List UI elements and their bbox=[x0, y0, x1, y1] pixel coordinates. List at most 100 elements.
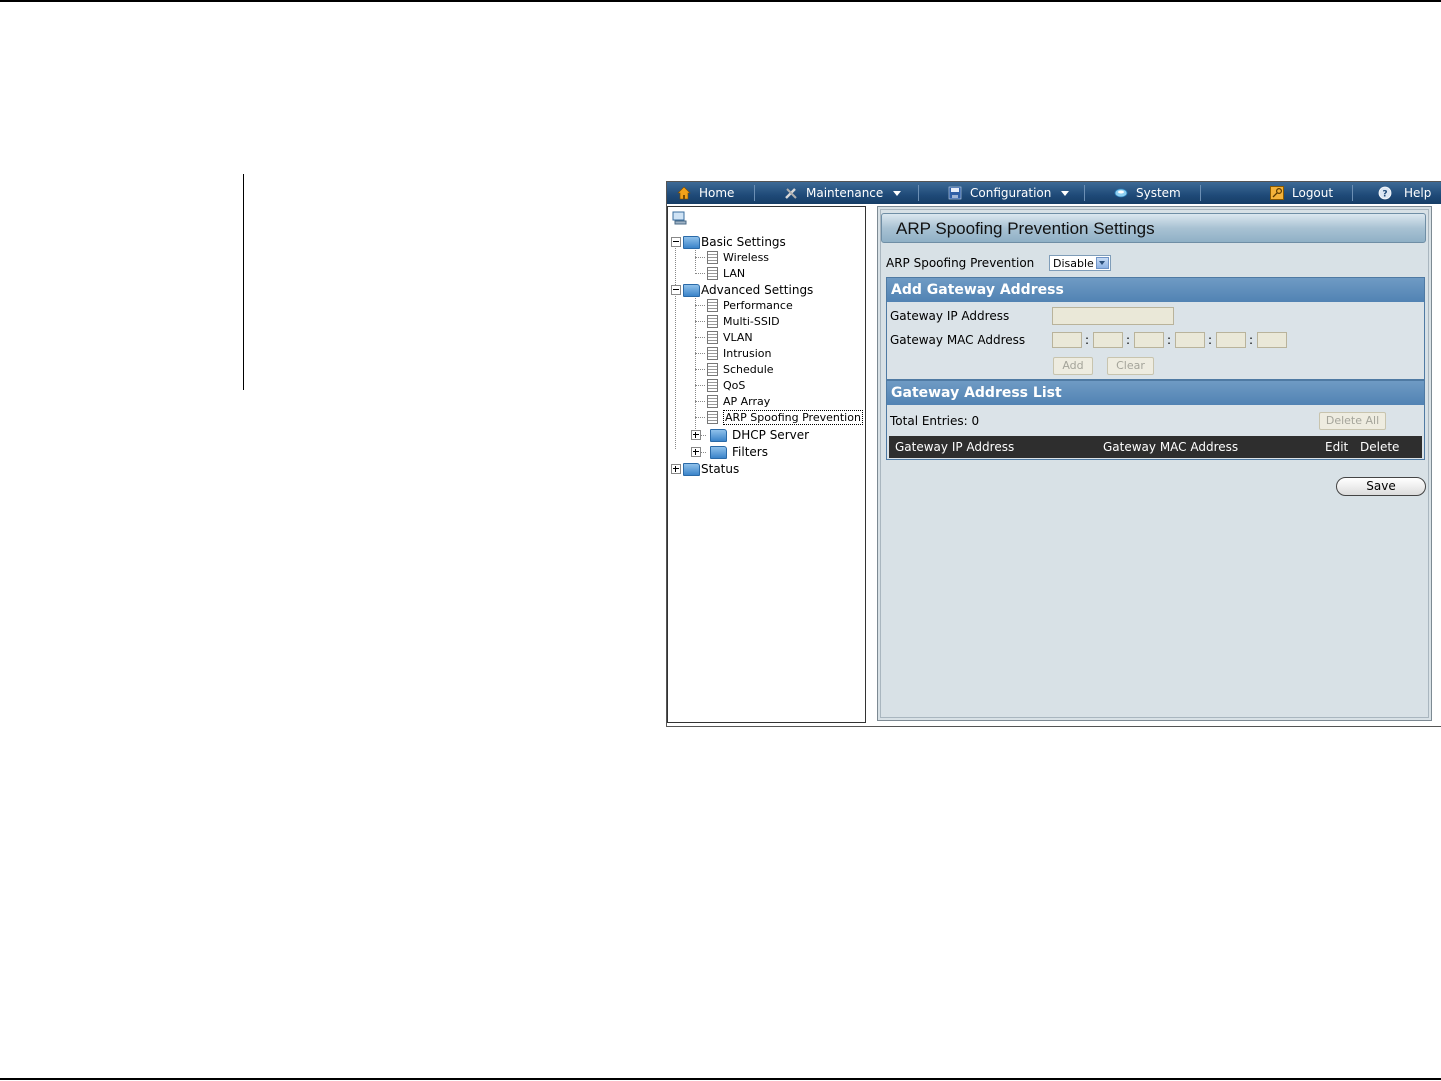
page-icon bbox=[707, 378, 718, 392]
computer-icon bbox=[672, 211, 687, 225]
ap-web-ui-screenshot: Home Maintenance Configuration System Lo… bbox=[666, 181, 1441, 727]
tree-connector bbox=[695, 416, 705, 418]
menu-system-label: System bbox=[1136, 186, 1181, 200]
expand-icon[interactable] bbox=[691, 430, 701, 440]
gateway-mac-label: Gateway MAC Address bbox=[890, 333, 1026, 347]
total-entries-text: Total Entries: 0 bbox=[890, 414, 980, 428]
delete-all-button[interactable]: Delete All bbox=[1319, 412, 1386, 430]
page-bottom-rule bbox=[0, 1078, 1441, 1080]
tree-advanced-settings[interactable]: Advanced Settings bbox=[671, 282, 813, 298]
tree-item-arp-spoofing-prevention-label: ARP Spoofing Prevention bbox=[723, 409, 863, 425]
menu-logout-label: Logout bbox=[1292, 186, 1334, 200]
gateway-list-section-title: Gateway Address List bbox=[887, 381, 1424, 405]
expand-icon[interactable] bbox=[691, 447, 701, 457]
tree-item-performance[interactable]: Performance bbox=[695, 297, 793, 313]
tree-advanced-settings-label: Advanced Settings bbox=[701, 283, 814, 297]
menu-separator bbox=[754, 185, 755, 201]
mac-octet-3-input[interactable] bbox=[1134, 332, 1164, 348]
tree-connector bbox=[695, 320, 705, 322]
page-icon bbox=[707, 410, 718, 424]
menu-maintenance[interactable]: Maintenance bbox=[784, 182, 902, 204]
tree-connector bbox=[695, 400, 705, 402]
tree-item-schedule-label: Schedule bbox=[723, 362, 774, 376]
tree-item-arp-spoofing-prevention[interactable]: ARP Spoofing Prevention bbox=[695, 409, 863, 425]
page-top-rule bbox=[0, 0, 1441, 2]
folder-open-icon bbox=[683, 235, 700, 249]
gateway-ip-input[interactable] bbox=[1052, 307, 1174, 325]
menu-system[interactable]: System bbox=[1114, 182, 1181, 204]
collapse-icon[interactable] bbox=[671, 285, 681, 295]
page-icon bbox=[707, 266, 718, 280]
help-icon: ? bbox=[1378, 186, 1392, 200]
menu-help[interactable]: ? Help bbox=[1378, 182, 1431, 204]
tree-item-ap-array[interactable]: AP Array bbox=[695, 393, 770, 409]
tree-item-intrusion[interactable]: Intrusion bbox=[695, 345, 772, 361]
gateway-list-section: Gateway Address List Total Entries: 0 De… bbox=[886, 380, 1425, 460]
tree-basic-settings[interactable]: Basic Settings bbox=[671, 234, 786, 250]
add-gateway-section: Add Gateway Address Gateway IP Address G… bbox=[886, 277, 1425, 380]
mac-octet-6-input[interactable] bbox=[1257, 332, 1287, 348]
mac-octet-1-input[interactable] bbox=[1052, 332, 1082, 348]
tree-item-multi-ssid[interactable]: Multi-SSID bbox=[695, 313, 780, 329]
system-icon bbox=[1114, 188, 1128, 198]
tree-connector bbox=[695, 384, 705, 386]
page-icon bbox=[707, 394, 718, 408]
tree-item-vlan[interactable]: VLAN bbox=[695, 329, 753, 345]
tree-item-wireless[interactable]: Wireless bbox=[695, 249, 769, 265]
clear-button[interactable]: Clear bbox=[1107, 357, 1154, 375]
tree-item-multi-ssid-label: Multi-SSID bbox=[723, 314, 780, 328]
mac-separator: : bbox=[1249, 333, 1254, 347]
menu-separator bbox=[1084, 185, 1085, 201]
menu-separator bbox=[1352, 185, 1353, 201]
tree-status[interactable]: Status bbox=[671, 461, 739, 477]
gateway-list-header: Gateway IP Address Gateway MAC Address E… bbox=[889, 436, 1422, 458]
column-delete: Delete bbox=[1360, 440, 1400, 454]
page-title: ARP Spoofing Prevention Settings bbox=[881, 213, 1426, 243]
tree-connector bbox=[695, 304, 705, 306]
tree-connector bbox=[695, 256, 705, 258]
tree-dhcp-server[interactable]: DHCP Server bbox=[691, 427, 809, 443]
expand-icon[interactable] bbox=[671, 464, 681, 474]
tree-item-qos[interactable]: QoS bbox=[695, 377, 745, 393]
key-icon bbox=[1270, 186, 1284, 200]
tree-item-schedule[interactable]: Schedule bbox=[695, 361, 774, 377]
mac-separator: : bbox=[1167, 333, 1172, 347]
save-button[interactable]: Save bbox=[1336, 477, 1426, 496]
tree-item-lan[interactable]: LAN bbox=[695, 265, 745, 281]
tree-item-wireless-label: Wireless bbox=[723, 250, 770, 264]
tree-filters[interactable]: Filters bbox=[691, 444, 768, 460]
page-icon bbox=[707, 314, 718, 328]
tree-connector bbox=[695, 272, 705, 274]
tree-item-vlan-label: VLAN bbox=[723, 330, 753, 344]
tree-connector bbox=[695, 368, 705, 370]
arp-prevention-select[interactable]: Disable bbox=[1049, 255, 1111, 271]
mac-octet-2-input[interactable] bbox=[1093, 332, 1123, 348]
page-icon bbox=[707, 346, 718, 360]
tree-item-qos-label: QoS bbox=[723, 378, 746, 392]
tree-connector bbox=[695, 352, 705, 354]
navigation-tree: Basic Settings Wireless LAN Advanced Set… bbox=[667, 206, 866, 723]
collapse-icon[interactable] bbox=[671, 237, 681, 247]
menu-configuration[interactable]: Configuration bbox=[948, 182, 1070, 204]
arp-prevention-select-value: Disable bbox=[1053, 257, 1094, 270]
menu-separator bbox=[1200, 185, 1201, 201]
menu-home[interactable]: Home bbox=[677, 182, 734, 204]
arp-prevention-label: ARP Spoofing Prevention bbox=[886, 256, 1035, 270]
menu-logout[interactable]: Logout bbox=[1270, 182, 1333, 204]
mac-octet-5-input[interactable] bbox=[1216, 332, 1246, 348]
mac-octet-4-input[interactable] bbox=[1175, 332, 1205, 348]
page-icon bbox=[707, 298, 718, 312]
tools-icon bbox=[785, 188, 797, 199]
page-icon bbox=[707, 250, 718, 264]
mac-separator: : bbox=[1085, 333, 1090, 347]
mac-separator: : bbox=[1208, 333, 1213, 347]
top-menu-bar: Home Maintenance Configuration System Lo… bbox=[667, 182, 1441, 204]
mac-separator: : bbox=[1126, 333, 1131, 347]
gateway-ip-label: Gateway IP Address bbox=[890, 309, 1010, 323]
add-button[interactable]: Add bbox=[1053, 357, 1093, 375]
tree-status-label: Status bbox=[701, 462, 740, 476]
tree-dhcp-server-label: DHCP Server bbox=[732, 428, 810, 442]
tree-guide-line bbox=[675, 239, 676, 449]
tree-basic-settings-label: Basic Settings bbox=[701, 235, 786, 249]
dropdown-arrow-icon bbox=[1096, 257, 1109, 269]
